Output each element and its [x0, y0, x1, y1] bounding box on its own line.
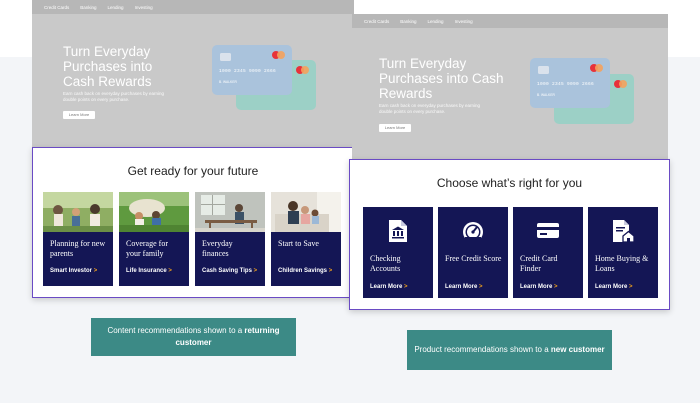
bank-document-icon [363, 219, 433, 243]
family-park-photo [43, 192, 113, 232]
mastercard-icon [272, 51, 285, 59]
tile-link-cash-saving-tips[interactable]: Cash Saving Tips > [202, 268, 257, 274]
tile-free-credit-score[interactable]: Free Credit Score Learn More > [438, 207, 508, 298]
tile-title: Credit Card Finder [520, 254, 558, 273]
card-number: 1000 2345 9090 2666 [219, 69, 277, 74]
house-document-icon [588, 219, 658, 243]
hero-learn-more-button[interactable]: Learn More [379, 124, 411, 132]
right-caption: Product recommendations shown to a new c… [407, 330, 612, 370]
right-nav: Credit Cards Banking Lending Investing [352, 14, 668, 28]
credit-card-front: 1000 2345 9090 2666 B. WALKER [530, 58, 610, 108]
left-nav: Credit Cards Banking Lending Investing [32, 0, 354, 14]
right-hero: Credit Cards Banking Lending Investing T… [352, 14, 668, 162]
tile-link-learn-more[interactable]: Learn More > [520, 284, 558, 290]
nav-item-banking[interactable]: Banking [80, 5, 96, 10]
left-recommendation-panel: Get ready for your future Planning for n… [32, 147, 354, 298]
nav-item-lending[interactable]: Lending [108, 5, 124, 10]
tile-title: Planning for new parents [50, 239, 106, 258]
tile-everyday-finances[interactable]: Everyday finances Cash Saving Tips > [195, 192, 265, 286]
mother-children-photo [271, 192, 341, 232]
credit-card-front: 1000 2345 9090 2666 B. WALKER [212, 45, 292, 95]
tile-link-learn-more[interactable]: Learn More > [445, 284, 483, 290]
nav-item-credit-cards[interactable]: Credit Cards [44, 5, 69, 10]
tile-link-smart-investor[interactable]: Smart Investor > [50, 268, 97, 274]
card-chip-icon [538, 66, 549, 74]
nav-item-banking[interactable]: Banking [400, 19, 416, 24]
card-number: 1000 2345 9090 2666 [537, 82, 595, 87]
card-holder: B. WALKER [219, 80, 237, 84]
tile-start-to-save[interactable]: Start to Save Children Savings > [271, 192, 341, 286]
tile-link-learn-more[interactable]: Learn More > [370, 284, 408, 290]
tile-title: Home Buying & Loans [595, 254, 649, 273]
credit-card-icon [513, 219, 583, 243]
tile-link-life-insurance[interactable]: Life Insurance > [126, 268, 172, 274]
left-hero: Credit Cards Banking Lending Investing T… [32, 0, 354, 150]
family-lawn-photo [119, 192, 189, 232]
hero-title: Turn Everyday Purchases into Cash Reward… [63, 44, 153, 89]
mastercard-icon [614, 80, 627, 88]
tile-title: Coverage for your family [126, 239, 168, 258]
right-recommendation-panel: Choose what’s right for you Checking Acc… [349, 159, 670, 310]
tile-title: Free Credit Score [445, 254, 502, 263]
hero-subtitle: Earn cash back on everyday purchases by … [379, 103, 481, 114]
mastercard-icon [590, 64, 603, 72]
nav-item-lending[interactable]: Lending [428, 19, 444, 24]
hero-subtitle: Earn cash back on everyday purchases by … [63, 91, 165, 102]
tile-planning-for-new-parents[interactable]: Planning for new parents Smart Investor … [43, 192, 113, 286]
tile-link-children-savings[interactable]: Children Savings > [278, 268, 332, 274]
card-holder: B. WALKER [537, 93, 555, 97]
nav-item-credit-cards[interactable]: Credit Cards [364, 19, 389, 24]
left-caption: Content recommendations shown to a retur… [91, 318, 296, 356]
nav-item-investing[interactable]: Investing [135, 5, 153, 10]
panel-title: Choose what’s right for you [436, 176, 583, 190]
tile-home-buying-loans[interactable]: Home Buying & Loans Learn More > [588, 207, 658, 298]
caption-text: Product recommendations shown to a new c… [414, 345, 605, 354]
hero-learn-more-button[interactable]: Learn More [63, 111, 95, 119]
panel-title: Get ready for your future [127, 164, 259, 178]
card-chip-icon [220, 53, 231, 61]
tile-credit-card-finder[interactable]: Credit Card Finder Learn More > [513, 207, 583, 298]
caption-text: Content recommendations shown to a retur… [107, 326, 280, 347]
hero-title: Turn Everyday Purchases into Cash Reward… [379, 56, 504, 101]
tile-title: Start to Save [278, 239, 319, 248]
tile-coverage-for-your-family[interactable]: Coverage for your family Life Insurance … [119, 192, 189, 286]
tile-checking-accounts[interactable]: Checking Accounts Learn More > [363, 207, 433, 298]
gauge-icon [438, 219, 508, 243]
nav-item-investing[interactable]: Investing [455, 19, 473, 24]
home-office-photo [195, 192, 265, 232]
mastercard-icon [296, 66, 309, 74]
tile-link-learn-more[interactable]: Learn More > [595, 284, 633, 290]
tile-title: Checking Accounts [370, 254, 401, 273]
tile-title: Everyday finances [202, 239, 233, 258]
